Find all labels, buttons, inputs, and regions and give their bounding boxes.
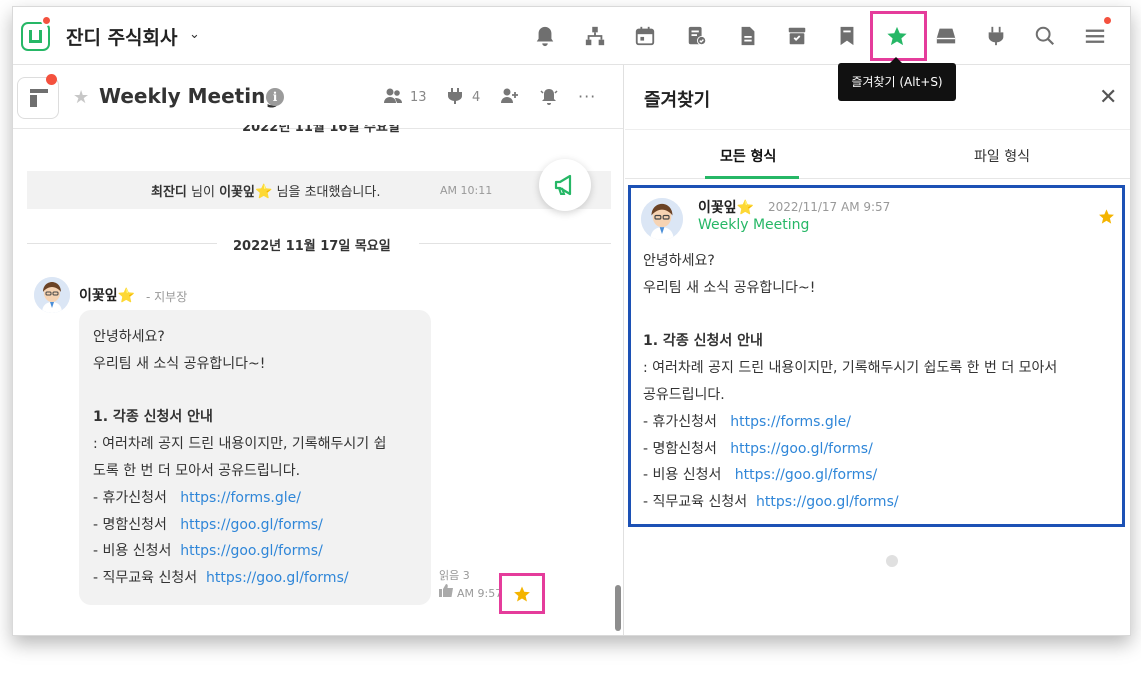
tab-all-types[interactable]: 모든 형식 <box>720 146 776 166</box>
message-time: AM 9:57 <box>457 587 503 600</box>
chevron-down-icon[interactable]: ⌄ <box>189 27 200 42</box>
message-line: 우리팀 새 소식 공유합니다~! <box>93 355 266 372</box>
favorite-line: 우리팀 새 소식 공유합니다~! <box>643 279 816 296</box>
active-tab-indicator <box>705 176 799 179</box>
date-label: 2022년 11월 17일 목요일 <box>233 239 391 254</box>
connect-icon[interactable] <box>447 88 463 104</box>
chat-scrollbar[interactable] <box>615 585 621 631</box>
bell-icon[interactable] <box>529 20 561 52</box>
favorite-line: : 여러차례 공지 드린 내용이지만, 기록해두시기 쉽도록 한 번 더 모아서 <box>643 360 1058 377</box>
announcement-button[interactable] <box>539 159 591 211</box>
message-favorite-button[interactable] <box>499 573 545 614</box>
top-bar: 잔디 주식회사 ⌄ <box>13 7 1130 65</box>
favorite-item-card[interactable]: 이꽃잎⭐ 2022/11/17 AM 9:57 Weekly Meeting 안… <box>628 185 1125 527</box>
message-line: : 여러차례 공지 드린 내용이지만, 기록해두시기 쉽 <box>93 436 387 453</box>
favorites-title: 즐겨찾기 <box>644 90 711 111</box>
invite-member-icon[interactable] <box>500 88 518 104</box>
menu-icon[interactable] <box>1079 20 1111 52</box>
favorite-line: 1. 각종 신청서 안내 <box>643 333 763 350</box>
drive-icon[interactable] <box>930 20 962 52</box>
favorite-sender-avatar[interactable] <box>641 198 683 240</box>
message-line: - 휴가신청서 https://forms.gle/ <box>93 489 301 506</box>
previous-date-separator: 2022년 11월 16일 수요일 <box>242 125 400 135</box>
favorite-room-link[interactable]: Weekly Meeting <box>698 217 809 233</box>
app-window: 잔디 주식회사 ⌄ 즐겨찾기 (Alt+S) ★ Weekly Meeting … <box>12 6 1131 636</box>
favorite-line: - 비용 신청서 https://goo.gl/forms/ <box>643 467 878 484</box>
message-line: - 명함신청서 https://goo.gl/forms/ <box>93 516 323 533</box>
loading-indicator <box>886 555 898 567</box>
members-icon[interactable] <box>384 88 402 104</box>
sender-name[interactable]: 이꽃잎⭐ <box>79 285 135 305</box>
menu-badge <box>1104 17 1111 24</box>
info-icon[interactable]: i <box>266 88 284 106</box>
favorite-line <box>643 302 1113 329</box>
message-line: 1. 각종 신청서 안내 <box>93 409 213 426</box>
message-line <box>93 378 417 405</box>
form-link[interactable]: https://goo.gl/forms/ <box>180 517 323 533</box>
chat-pane: ★ Weekly Meeting i 13 4 ··· 2022년 11월 16… <box>13 65 624 635</box>
message-line: - 직무교육 신청서 https://goo.gl/forms/ <box>93 570 349 587</box>
favorites-tooltip: 즐겨찾기 (Alt+S) <box>838 57 956 101</box>
favorite-line: 안녕하세요? <box>643 253 715 269</box>
connect-count: 4 <box>472 90 481 105</box>
notification-dot <box>41 15 52 26</box>
chat-header: ★ Weekly Meeting i 13 4 ··· <box>13 65 623 129</box>
favorite-datetime: 2022/11/17 AM 9:57 <box>768 200 891 214</box>
room-star-icon[interactable]: ★ <box>73 87 89 108</box>
company-name[interactable]: 잔디 주식회사 <box>66 23 178 50</box>
form-link[interactable]: https://goo.gl/forms/ <box>206 570 349 586</box>
like-icon[interactable] <box>439 584 454 597</box>
tab-file-types[interactable]: 파일 형식 <box>974 146 1030 166</box>
favorites-panel: 즐겨찾기 ✕ 모든 형식 파일 형식 이꽃잎⭐ 2022/11/17 AM 9:… <box>625 65 1130 635</box>
jandi-logo-icon[interactable] <box>21 22 50 51</box>
sender-rank: - 지부장 <box>146 290 188 304</box>
favorite-message-body: 안녕하세요? 우리팀 새 소식 공유합니다~! 1. 각종 신청서 안내 : 여… <box>643 248 1113 516</box>
read-count[interactable]: 읽음 3 <box>439 567 470 583</box>
room-notification-dot <box>46 74 57 85</box>
form-link[interactable]: https://goo.gl/forms/ <box>756 494 899 510</box>
member-count: 13 <box>410 90 427 105</box>
message-line: - 비용 신청서 https://goo.gl/forms/ <box>93 543 323 560</box>
todo-icon[interactable] <box>681 20 713 52</box>
favorite-line: - 명함신청서 https://goo.gl/forms/ <box>643 440 873 457</box>
message-bubble[interactable]: 안녕하세요? 우리팀 새 소식 공유합니다~! 1. 각종 신청서 안내 : 여… <box>79 310 431 605</box>
star-icon[interactable] <box>881 20 913 52</box>
invite-text: 최잔디 님이 이꽃잎⭐ 님을 초대했습니다. <box>151 184 381 200</box>
sender-avatar[interactable] <box>34 277 70 313</box>
notification-bell-icon[interactable] <box>539 88 559 106</box>
megaphone-icon <box>554 174 572 196</box>
more-options-icon[interactable]: ··· <box>578 87 596 106</box>
star-icon[interactable] <box>1098 208 1115 225</box>
file-icon[interactable] <box>732 20 764 52</box>
favorite-line: - 휴가신청서 https://forms.gle/ <box>643 413 851 430</box>
favorite-line: 공유드립니다. <box>643 386 725 403</box>
calendar-icon[interactable] <box>629 20 661 52</box>
search-icon[interactable] <box>1029 20 1061 52</box>
close-icon[interactable]: ✕ <box>1099 85 1117 110</box>
message-line: 도록 한 번 더 모아서 공유드립니다. <box>93 462 301 479</box>
plug-icon[interactable] <box>980 20 1012 52</box>
room-title: Weekly Meeting <box>99 84 280 108</box>
form-link[interactable]: https://goo.gl/forms/ <box>735 467 878 483</box>
bookmark-icon[interactable] <box>831 20 863 52</box>
date-separator: 2022년 11월 17일 목요일 <box>27 233 611 254</box>
org-chart-icon[interactable] <box>579 20 611 52</box>
favorite-line: - 직무교육 신청서 https://goo.gl/forms/ <box>643 494 899 511</box>
invite-time: AM 10:11 <box>440 184 493 197</box>
favorite-sender-name: 이꽃잎⭐ <box>698 200 755 216</box>
favorites-tabs: 모든 형식 파일 형식 <box>625 129 1130 179</box>
form-link[interactable]: https://goo.gl/forms/ <box>180 543 323 559</box>
message-line: 안녕하세요? <box>93 329 165 345</box>
star-icon <box>514 586 530 602</box>
form-link[interactable]: https://goo.gl/forms/ <box>730 441 873 457</box>
form-link[interactable]: https://forms.gle/ <box>180 490 301 506</box>
archive-icon[interactable] <box>781 20 813 52</box>
form-link[interactable]: https://forms.gle/ <box>730 414 851 430</box>
system-invite-message: 최잔디 님이 이꽃잎⭐ 님을 초대했습니다. AM 10:11 <box>27 171 611 209</box>
